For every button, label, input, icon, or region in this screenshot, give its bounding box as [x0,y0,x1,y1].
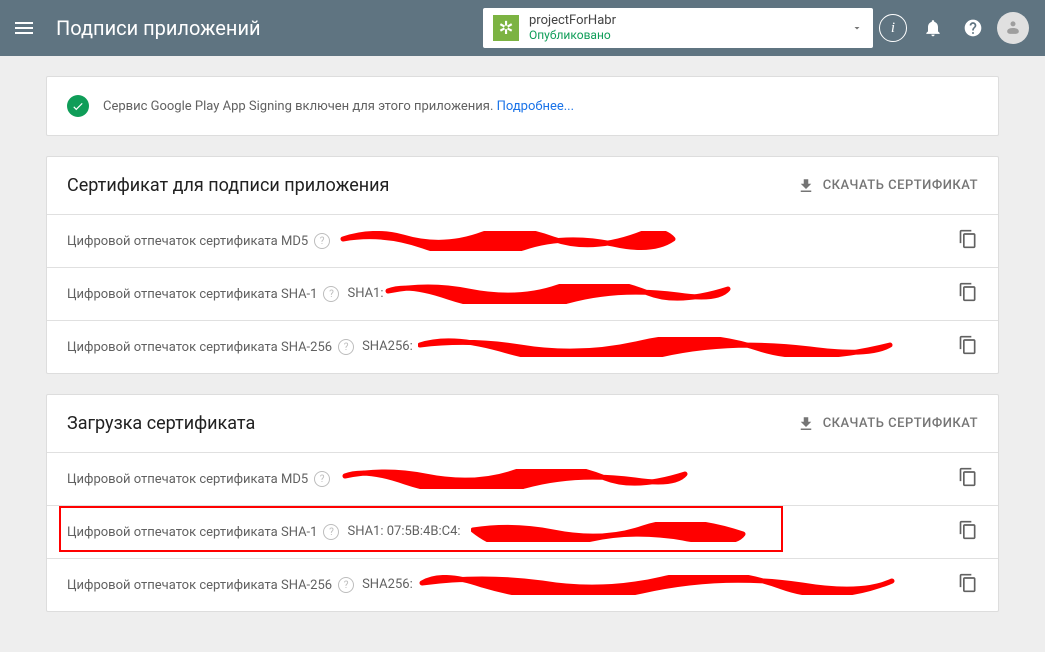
project-icon: ✲ [493,15,519,41]
download-cert-button[interactable]: СКАЧАТЬ СЕРТИФИКАТ [797,415,978,433]
md5-label: Цифровой отпечаток сертификата MD5 [67,234,308,249]
download-cert-button[interactable]: СКАЧАТЬ СЕРТИФИКАТ [797,177,978,195]
table-row: Цифровой отпечаток сертификата SHA-256 ?… [47,558,998,611]
app-header: Подписи приложений ✲ projectForHabr Опуб… [0,0,1045,56]
copy-icon[interactable] [958,467,978,491]
section-title: Сертификат для подписи приложения [67,175,797,196]
notice-card: Сервис Google Play App Signing включен д… [46,76,999,136]
md5-label: Цифровой отпечаток сертификата MD5 [67,472,308,487]
project-status: Опубликовано [529,29,616,43]
help-icon[interactable]: ? [338,339,354,355]
help-icon[interactable]: ? [314,471,330,487]
hamburger-menu-icon[interactable] [12,16,36,40]
notice-link[interactable]: Подробнее... [497,99,574,114]
project-name: projectForHabr [529,14,616,29]
table-row: Цифровой отпечаток сертификата SHA-1 ? S… [47,267,998,320]
signing-cert-card: Сертификат для подписи приложения СКАЧАТ… [46,156,999,374]
project-selector[interactable]: ✲ projectForHabr Опубликовано [483,8,873,48]
help-icon[interactable]: ? [323,286,339,302]
chevron-down-icon [851,19,863,38]
table-row: Цифровой отпечаток сертификата SHA-256 ?… [47,320,998,373]
content: Сервис Google Play App Signing включен д… [0,56,1045,652]
copy-icon[interactable] [958,229,978,253]
help-icon[interactable]: ? [323,524,339,540]
notice-text: Сервис Google Play App Signing включен д… [103,99,497,114]
sha1-label: Цифровой отпечаток сертификата SHA-1 [67,287,317,302]
sha256-label: Цифровой отпечаток сертификата SHA-256 [67,578,332,593]
copy-icon[interactable] [958,282,978,306]
check-icon [67,95,89,117]
help-icon[interactable]: ? [314,233,330,249]
copy-icon[interactable] [958,573,978,597]
info-icon[interactable]: i [873,8,913,48]
page-title: Подписи приложений [56,16,261,40]
section-title: Загрузка сертификата [67,413,797,434]
copy-icon[interactable] [958,335,978,359]
help-icon[interactable]: ? [338,577,354,593]
table-row: Цифровой отпечаток сертификата MD5 ? [47,214,998,267]
table-row: Цифровой отпечаток сертификата MD5 ? [47,452,998,505]
table-row: Цифровой отпечаток сертификата SHA-1 ? S… [47,505,998,558]
account-icon[interactable] [993,8,1033,48]
notifications-icon[interactable] [913,8,953,48]
sha1-label: Цифровой отпечаток сертификата SHA-1 [67,525,317,540]
help-icon[interactable] [953,8,993,48]
copy-icon[interactable] [958,520,978,544]
upload-cert-card: Загрузка сертификата СКАЧАТЬ СЕРТИФИКАТ … [46,394,999,612]
sha256-label: Цифровой отпечаток сертификата SHA-256 [67,340,332,355]
